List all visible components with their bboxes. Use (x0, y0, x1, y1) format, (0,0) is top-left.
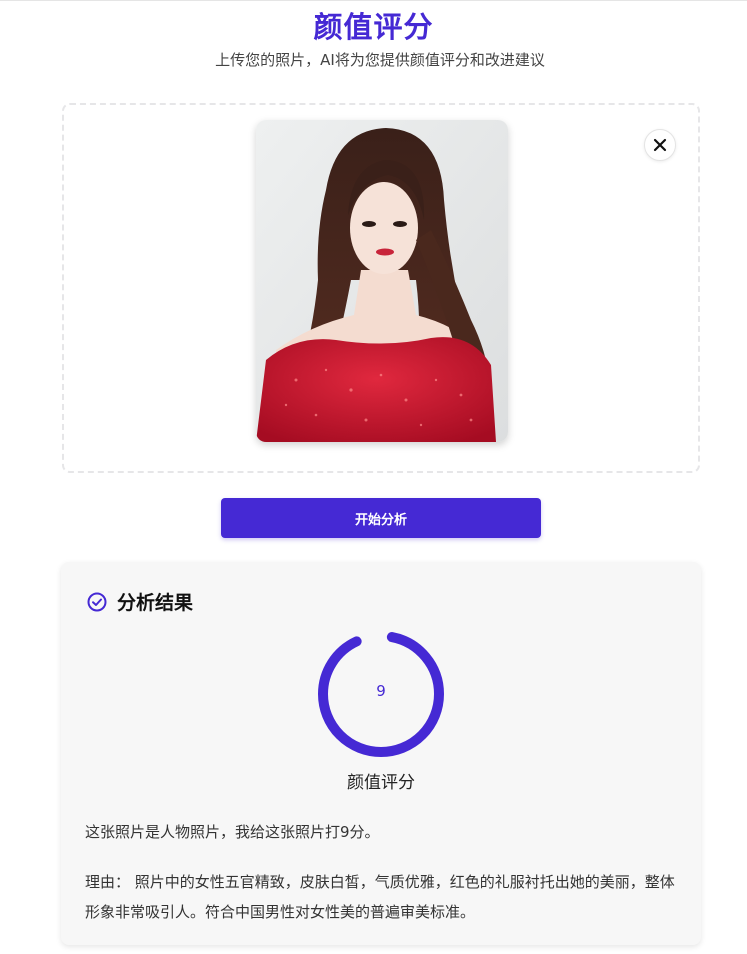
summary-text: 这张照片是人物照片，我给这张照片打9分。 (85, 823, 380, 841)
remove-photo-button[interactable] (644, 129, 676, 161)
result-title: 分析结果 (117, 592, 194, 614)
result-card: 分析结果 9 颜值评分 这张照片是人物照片，我给这张照片打9分。 理由： 照片中… (61, 562, 701, 945)
result-header: 分析结果 (86, 588, 193, 615)
uploaded-photo (256, 120, 508, 442)
reason-text: 理由： 照片中的女性五官精致，皮肤白皙，气质优雅，红色的礼服衬托出她的美丽，整体… (85, 873, 675, 921)
page-subtitle: 上传您的照片，AI将为您提供颜值评分和改进建议 (215, 51, 545, 69)
upload-area[interactable] (62, 103, 700, 473)
score-value: 9 (376, 682, 386, 700)
page-title: 颜值评分 (313, 10, 434, 44)
start-analysis-button[interactable]: 开始分析 (221, 498, 541, 538)
close-icon (653, 138, 667, 152)
top-divider (0, 0, 747, 1)
score-label: 颜值评分 (347, 773, 415, 793)
check-circle-icon (87, 592, 107, 611)
